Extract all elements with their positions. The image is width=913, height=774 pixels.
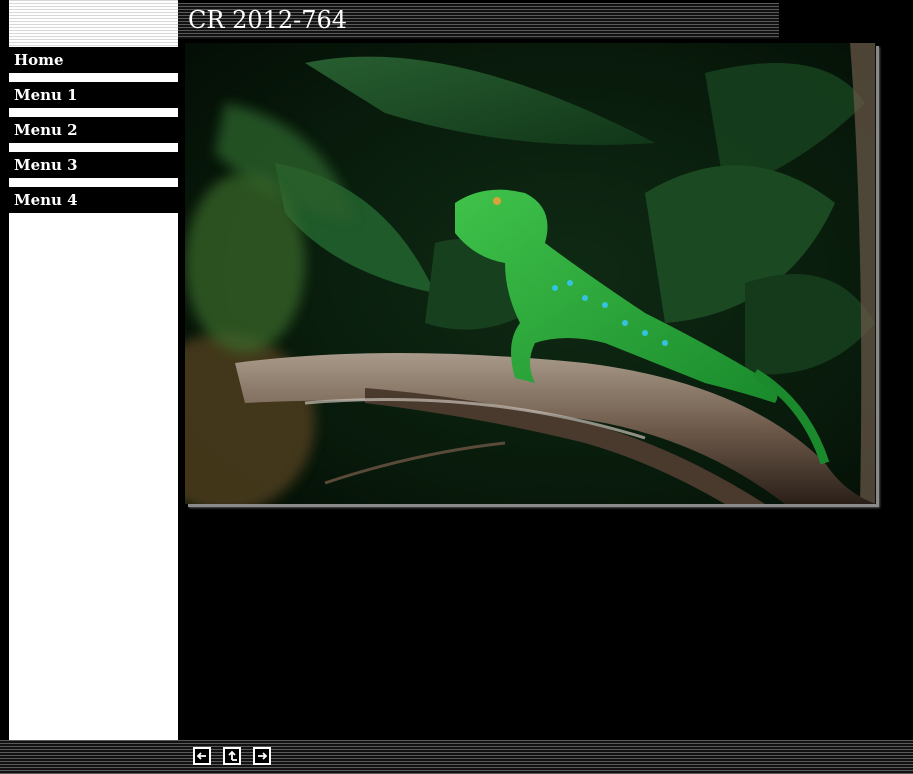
page-title: CR 2012-764 xyxy=(188,6,348,34)
footer-left xyxy=(0,740,178,774)
arrow-left-icon xyxy=(196,752,206,760)
nav-item-menu-2[interactable]: Menu 2 xyxy=(9,116,178,143)
photo-frame xyxy=(185,43,876,504)
sidebar: Home Menu 1 Menu 2 Menu 3 Menu 4 xyxy=(9,46,178,740)
up-button[interactable] xyxy=(223,747,241,765)
nav-item-home[interactable]: Home xyxy=(9,46,178,73)
title-bar: CR 2012-764 xyxy=(178,3,779,39)
nav-item-menu-4[interactable]: Menu 4 xyxy=(9,186,178,213)
arrow-up-icon xyxy=(228,750,237,761)
sidebar-header xyxy=(9,0,178,46)
lizard-photo[interactable] xyxy=(185,43,876,504)
nav-item-menu-1[interactable]: Menu 1 xyxy=(9,81,178,108)
nav-item-menu-3[interactable]: Menu 3 xyxy=(9,151,178,178)
previous-button[interactable] xyxy=(193,747,211,765)
footer-bar xyxy=(178,740,913,774)
next-button[interactable] xyxy=(253,747,271,765)
left-border xyxy=(0,0,9,774)
arrow-right-icon xyxy=(258,752,268,760)
